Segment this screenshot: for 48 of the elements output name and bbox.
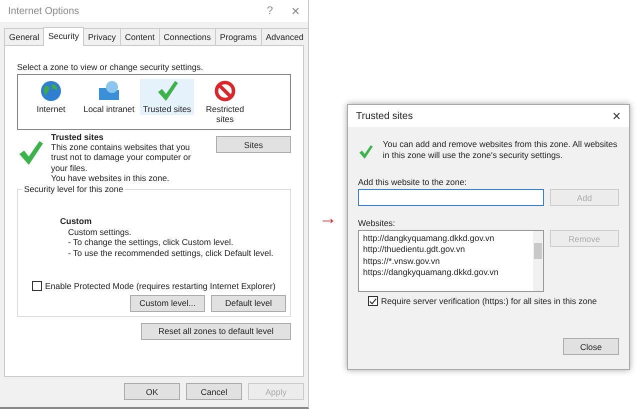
zone-item[interactable]: Local intranet: [82, 79, 136, 115]
network-folder-icon: [97, 80, 121, 102]
zone-prompt: Select a zone to view or change security settings.: [17, 62, 204, 72]
close-button[interactable]: ✕: [612, 110, 621, 122]
checkmark-icon: [156, 80, 178, 102]
tab[interactable]: Security: [43, 27, 84, 46]
close-button[interactable]: ✕: [291, 4, 300, 18]
level-button[interactable]: Default level: [211, 294, 286, 312]
website-input[interactable]: [358, 189, 544, 206]
dialog-button[interactable]: OK: [124, 383, 180, 400]
level-button[interactable]: Custom level...: [130, 294, 205, 312]
arrow-icon: →: [319, 208, 337, 229]
website-item[interactable]: http://thuedientu.gdt.gov.vn: [363, 244, 529, 256]
zone-item[interactable]: Internet: [24, 79, 78, 115]
zone-item[interactable]: Trusted sites: [140, 79, 194, 115]
level-description: - To use the recommended settings, click Default level.: [67, 248, 274, 258]
globe-icon: [40, 80, 62, 102]
level-description: - To change the settings, click Custom level.: [67, 237, 234, 248]
dialog-button[interactable]: Cancel: [186, 383, 242, 400]
checkbox[interactable]: [32, 280, 42, 291]
group-label: Security level for this zone: [22, 184, 126, 194]
zone-note: You have websites in this zone.: [51, 172, 170, 183]
level-description: Custom settings.: [67, 226, 132, 238]
close-button[interactable]: Close: [563, 338, 619, 355]
info-text: You can add and remove websites from this zone. All websites in this zone will use the zone's security settings.: [382, 139, 618, 160]
help-button[interactable]: ?: [266, 5, 273, 17]
website-item[interactable]: http://dangkyquamang.dkkd.gov.vn: [363, 233, 529, 244]
checkbox[interactable]: [368, 296, 378, 306]
websites-label: Websites:: [358, 218, 396, 228]
window-title: Trusted sites: [356, 110, 414, 122]
sites-button[interactable]: Sites: [216, 136, 291, 153]
prohibited-icon: [214, 80, 236, 102]
zone-description: This zone contains websites that you trust not to damage your computer or your files.: [51, 142, 192, 173]
website-item[interactable]: https://*.vnsw.gov.vn: [363, 256, 529, 268]
add-label: Add this website to the zone:: [358, 177, 468, 187]
tab[interactable]: Privacy: [82, 28, 121, 45]
website-item[interactable]: https://dangkyquamang.dkkd.gov.vn: [363, 267, 529, 279]
zone-item[interactable]: Restricted sites: [198, 79, 252, 125]
scrollbar[interactable]: [532, 231, 543, 291]
zone-title: Trusted sites: [51, 132, 104, 142]
reset-button[interactable]: Reset all zones to default level: [141, 322, 291, 340]
level-title: Custom: [60, 216, 93, 227]
tab[interactable]: Programs: [214, 28, 262, 45]
tab[interactable]: General: [4, 28, 44, 45]
checkbox-label: Require server verification (https:) for all sites in this zone: [381, 296, 597, 306]
checkbox-label: Enable Protected Mode (requires restarting Internet Explorer): [45, 280, 276, 291]
window-title: Internet Options: [8, 6, 80, 16]
checkmark-icon: [17, 140, 43, 166]
